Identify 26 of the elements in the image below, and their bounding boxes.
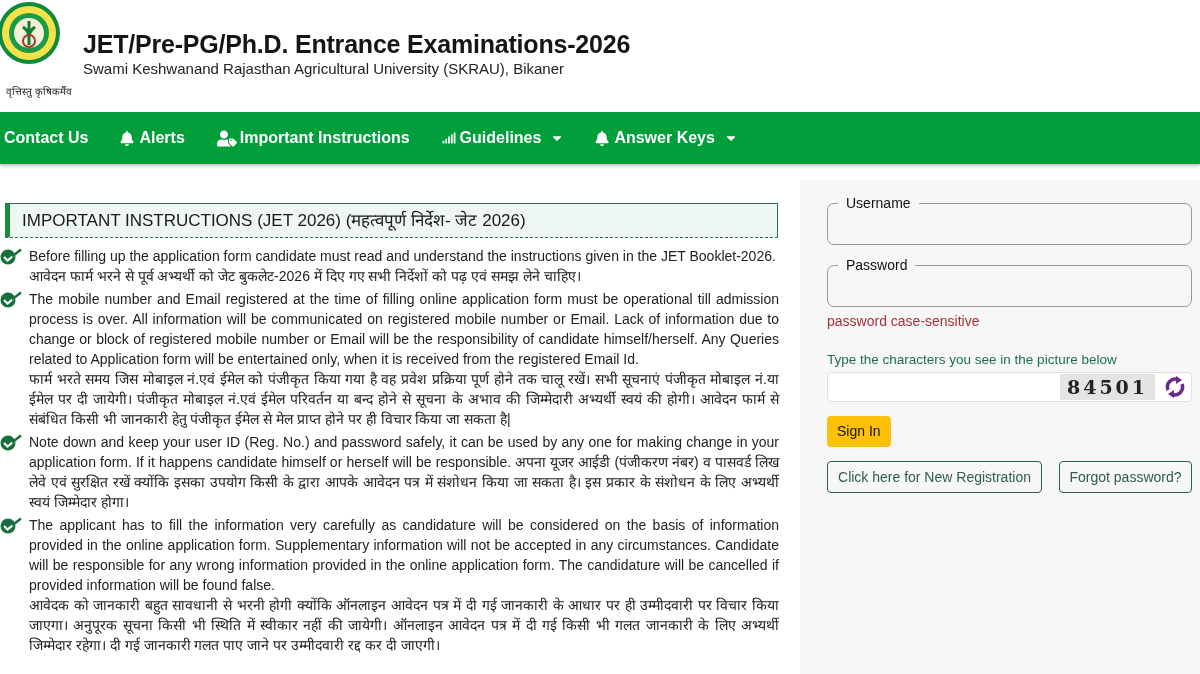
forgot-password-button[interactable]: Forgot password? xyxy=(1059,461,1192,493)
field-label: Username xyxy=(845,194,912,213)
page-title: JET/Pre-PG/Ph.D. Entrance Examinations-2026 xyxy=(83,29,631,60)
instruction-text: फार्म भरते समय जिस मोबाइल नं.एवं ईमेल को पंजीकृत किया गया है वह प्रवेश प्रक्रिया पूर्ण होने तक चालू रखें। सभी सूचनाएं पंजीकृत मोबाइल नं.या ईमेल पर दी जायेगी। पंजीकृत मोबाइल नं.एवं ईमेल परिवर्तन या बन्द होने से सूचना के अभाव की जिम्मेदारी अभ्यर्थी स्वयं की होगी। आवेदन फार्म से संबंधित किसी भी जानकारी हेतु पंजीकृत ईमेल से मेल प्राप्त होने पर ही विचार किया जा सकता है| xyxy=(29,370,779,429)
captcha-prompt: Type the characters you see in the picture below xyxy=(827,351,1118,369)
user-icon xyxy=(216,129,237,147)
instructions-heading: IMPORTANT INSTRUCTIONS (JET 2026) (महत्वपूर्ण निर्देश- जेट 2026) xyxy=(5,203,778,238)
password-hint: password case-sensitive xyxy=(827,312,981,331)
instruction-text: Note down and keep your user ID (Reg. No.) and password safely, it can be used by any one for making change in your application form. If it happens candidate himself or herself will be responsible. अपना यूजर आईडी (पंजीकरण नंबर) व पासवर्ड लिख लेवे एवं सुरक्षित रखें क्योंकि इसका उपयोग किसी के द्वारा आपके आवेदन पत्र में संशोधन किया जा सकता है। इस प्रकार के संशोधन के लिए अभ्यर्थी स्वयं जिम्मेदार होगा। xyxy=(29,433,779,512)
logo-motto: वृत्तिस्तु कृषिकर्मैव xyxy=(5,85,72,99)
instruction-text: The mobile number and Email registered at the time of filling online application form must be operational till admission process is over. All information will be communicated on registered mobile number or Email. Lack of information due to change or block of registered mobile number or Email will be the responsibility of candidate himself/herself. Any Queries related to Application form will be entertained only, when it is received from the registered Email Id. xyxy=(29,290,779,369)
captcha-field[interactable]: 84501 xyxy=(827,372,1192,402)
bell-icon xyxy=(120,130,135,146)
new-registration-button[interactable]: Click here for New Registration xyxy=(827,461,1042,493)
university-emblem-logo xyxy=(0,1,61,65)
field-label: Password xyxy=(845,256,909,275)
sign-in-button[interactable]: Sign In xyxy=(827,416,891,447)
instruction-text: आवेदन फार्म भरने से पूर्व अभ्यर्थी को जेट बुकलेट-2026 में दिए गए सभी निर्देशों को पढ़ एवं समझ लेने चाहिए। xyxy=(29,267,582,286)
bell-icon xyxy=(595,130,610,146)
bar-chart-icon xyxy=(441,131,456,145)
university-name: Swami Keshwanand Rajasthan Agricultural University (SKRAU), Bikaner xyxy=(83,60,566,78)
refresh-icon[interactable] xyxy=(1163,375,1187,399)
instruction-text: The applicant has to fill the information very carefully as candidature will be considered on the basis of information provided in the online application form. Supplementary information will not be accepted in any circumstances. Candidate will be responsible for any wrong information provided in the online application form. The candidature will be cancelled if provided information will be found false. xyxy=(29,516,779,595)
instruction-text: Before filling up the application form candidate must read and understand the instructions given in the JET Booklet-2026. xyxy=(29,247,777,266)
instruction-text: आवेदक को जानकारी बहुत सावधानी से भरनी होगी क्योंकि ऑनलाइन आवेदन पत्र में दी गई जानकारी के आधार पर ही उम्मीदवारी पर विचार किया जाएगा। अनुपूरक सूचना किसी भी स्थिति में स्वीकार नहीं की जायेगी। ऑनलाइन आवेदन पत्र में दी गई किसी भी गलत जानकारी के लिए अभ्यर्थी जिम्मेदार रहेगा। दी गई जानकारी गलत पाए जाने पर उम्मीदवारी रद्द कर दी जाएगी। xyxy=(29,596,779,655)
captcha-image: 84501 xyxy=(1060,374,1155,400)
